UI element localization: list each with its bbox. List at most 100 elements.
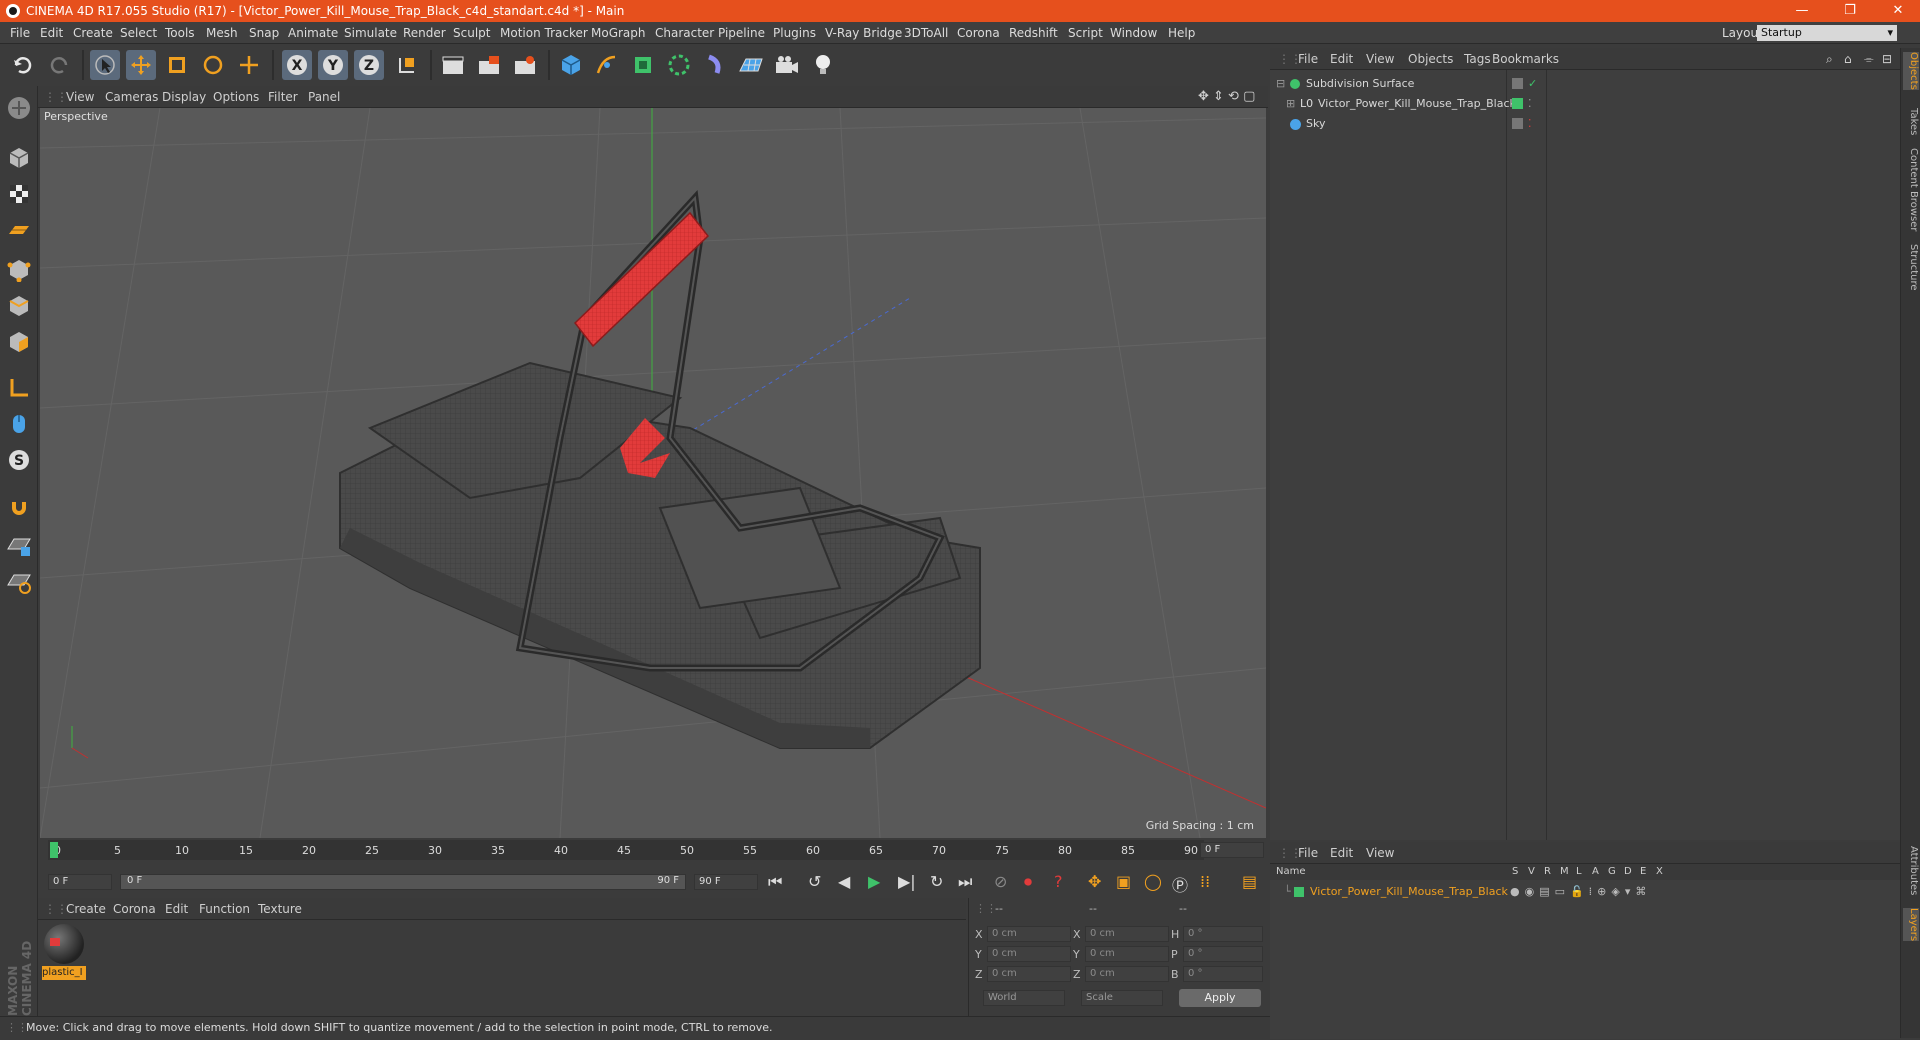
list-item[interactable]: Sky ⁚ — [1270, 114, 1900, 134]
y-axis-button[interactable]: Y — [318, 50, 348, 80]
key-parameter-icon[interactable]: Ⓟ — [1172, 872, 1188, 896]
visibility-dots-icon[interactable]: ⁚ — [1528, 94, 1532, 114]
object-menu-file[interactable]: File — [1298, 48, 1318, 70]
perspective-viewport[interactable]: Perspective Grid Spacing : 1 cm — [40, 108, 1266, 838]
layer-column-a[interactable]: A — [1592, 864, 1599, 880]
scale-tool-button[interactable] — [162, 50, 192, 80]
layer-column-e[interactable]: E — [1640, 864, 1646, 880]
keyframe-help-icon[interactable]: ? — [1054, 872, 1063, 891]
menu-vray-bridge[interactable]: V-Ray Bridge — [825, 22, 902, 44]
material-swatch[interactable]: plastic_I — [42, 924, 86, 982]
enabled-check-icon[interactable]: ✓ — [1528, 74, 1537, 94]
menu-plugins[interactable]: Plugins — [773, 22, 816, 44]
viewport-menu-options[interactable]: Options — [213, 86, 259, 108]
redo-button[interactable] — [44, 50, 74, 80]
edges-mode-button[interactable] — [3, 290, 35, 322]
menu-redshift[interactable]: Redshift — [1009, 22, 1058, 44]
list-item[interactable]: ⊞ L0 Victor_Power_Kill_Mouse_Trap_Black … — [1270, 94, 1900, 114]
move-tool-button[interactable] — [126, 50, 156, 80]
go-to-start-button[interactable]: ⏮ — [768, 872, 782, 892]
menu-snap[interactable]: Snap — [249, 22, 279, 44]
size-z-field[interactable]: 0 cm — [1085, 966, 1169, 982]
tab-attributes[interactable]: Attributes — [1903, 846, 1919, 895]
layer-tag-icon[interactable] — [1512, 78, 1523, 89]
layer-column-v[interactable]: V — [1528, 864, 1535, 880]
viewport-menu-cameras[interactable]: Cameras — [105, 86, 158, 108]
go-to-end-button[interactable]: ⏭ — [958, 872, 972, 892]
layer-menu-file[interactable]: File — [1298, 842, 1318, 864]
tab-layers[interactable]: Layers — [1903, 908, 1919, 942]
autokey-off-icon[interactable]: ⊘ — [994, 872, 1007, 891]
start-frame-field[interactable]: 0 F — [48, 874, 112, 890]
viewport-menu-filter[interactable]: Filter — [268, 86, 298, 108]
undo-button[interactable] — [8, 50, 38, 80]
menu-window[interactable]: Window — [1110, 22, 1157, 44]
menu-simulate[interactable]: Simulate — [344, 22, 397, 44]
tweak-mode-button[interactable] — [3, 408, 35, 440]
layer-column-r[interactable]: R — [1544, 864, 1551, 880]
tab-takes[interactable]: Takes — [1903, 108, 1919, 135]
viewport-menu-display[interactable]: Display — [162, 86, 206, 108]
menu-character[interactable]: Character — [655, 22, 714, 44]
polygons-mode-button[interactable] — [3, 326, 35, 358]
menu-mograph[interactable]: MoGraph — [591, 22, 646, 44]
search-icon[interactable]: ⌕ — [1826, 48, 1833, 70]
live-selection-button[interactable] — [90, 50, 120, 80]
object-menu-edit[interactable]: Edit — [1330, 48, 1353, 70]
magnet-button[interactable] — [3, 490, 35, 522]
menu-sculpt[interactable]: Sculpt — [453, 22, 490, 44]
layer-color-icon[interactable] — [1294, 887, 1304, 897]
apply-button[interactable]: Apply — [1179, 989, 1261, 1007]
play-button[interactable]: ▶ — [868, 872, 880, 891]
render-to-picture-viewer-button[interactable] — [474, 50, 504, 80]
timeline-ruler[interactable]: 0 5 10 15 20 25 30 35 40 45 50 55 60 65 … — [48, 840, 1204, 860]
layer-column-m[interactable]: M — [1560, 864, 1569, 880]
material-menu-texture[interactable]: Texture — [258, 898, 302, 920]
deformer-button[interactable] — [700, 50, 730, 80]
list-item[interactable]: ⊟ Subdivision Surface ✓ — [1270, 74, 1900, 94]
object-menu-view[interactable]: View — [1366, 48, 1394, 70]
playhead[interactable] — [50, 842, 58, 858]
layer-column-g[interactable]: G — [1608, 864, 1616, 880]
menu-3dtoall[interactable]: 3DToAll — [904, 22, 948, 44]
rot-b-field[interactable]: 0 ° — [1183, 966, 1263, 982]
viewport-menu-view[interactable]: View — [66, 86, 94, 108]
camera-button[interactable] — [772, 50, 802, 80]
z-axis-button[interactable]: Z — [354, 50, 384, 80]
layer-column-name[interactable]: Name — [1276, 864, 1306, 880]
light-button[interactable] — [808, 50, 838, 80]
menu-edit[interactable]: Edit — [40, 22, 63, 44]
layer-color-icon[interactable] — [1512, 98, 1523, 109]
layer-column-x[interactable]: X — [1656, 864, 1663, 880]
visibility-dots-icon[interactable]: ⁚ — [1528, 114, 1532, 134]
layer-menu-edit[interactable]: Edit — [1330, 842, 1353, 864]
expand-panel-icon[interactable]: ⊟ — [1882, 48, 1892, 70]
minimize-button[interactable]: — — [1780, 0, 1824, 22]
layout-dropdown[interactable]: Startup ▾ — [1757, 25, 1897, 41]
menu-help[interactable]: Help — [1168, 22, 1195, 44]
timeline-window-icon[interactable]: ▤ — [1242, 872, 1257, 891]
menu-animate[interactable]: Animate — [288, 22, 338, 44]
make-editable-button[interactable] — [3, 92, 35, 124]
rotate-tool-button[interactable] — [198, 50, 228, 80]
pos-z-field[interactable]: 0 cm — [987, 966, 1071, 982]
home-icon[interactable]: ⌂ — [1844, 48, 1852, 70]
render-view-button[interactable] — [438, 50, 468, 80]
expand-icon[interactable]: ⊞ — [1286, 94, 1295, 114]
material-menu-create[interactable]: Create — [66, 898, 106, 920]
previous-key-button[interactable]: ↺ — [808, 872, 821, 891]
array-button[interactable] — [664, 50, 694, 80]
subdivision-surface-button[interactable] — [628, 50, 658, 80]
lock-workplane-button[interactable] — [3, 530, 35, 562]
tab-structure[interactable]: Structure — [1903, 244, 1919, 291]
model-mode-button[interactable] — [3, 142, 35, 174]
points-mode-button[interactable] — [3, 254, 35, 286]
material-menu-corona[interactable]: Corona — [113, 898, 156, 920]
menu-pipeline[interactable]: Pipeline — [718, 22, 765, 44]
menu-motion-tracker[interactable]: Motion Tracker — [500, 22, 588, 44]
size-mode-dropdown[interactable]: Scale — [1081, 990, 1163, 1006]
menu-file[interactable]: File — [10, 22, 30, 44]
menu-create[interactable]: Create — [73, 22, 113, 44]
end-frame-field[interactable]: 90 F — [694, 874, 758, 890]
planar-workplane-button[interactable] — [3, 566, 35, 598]
